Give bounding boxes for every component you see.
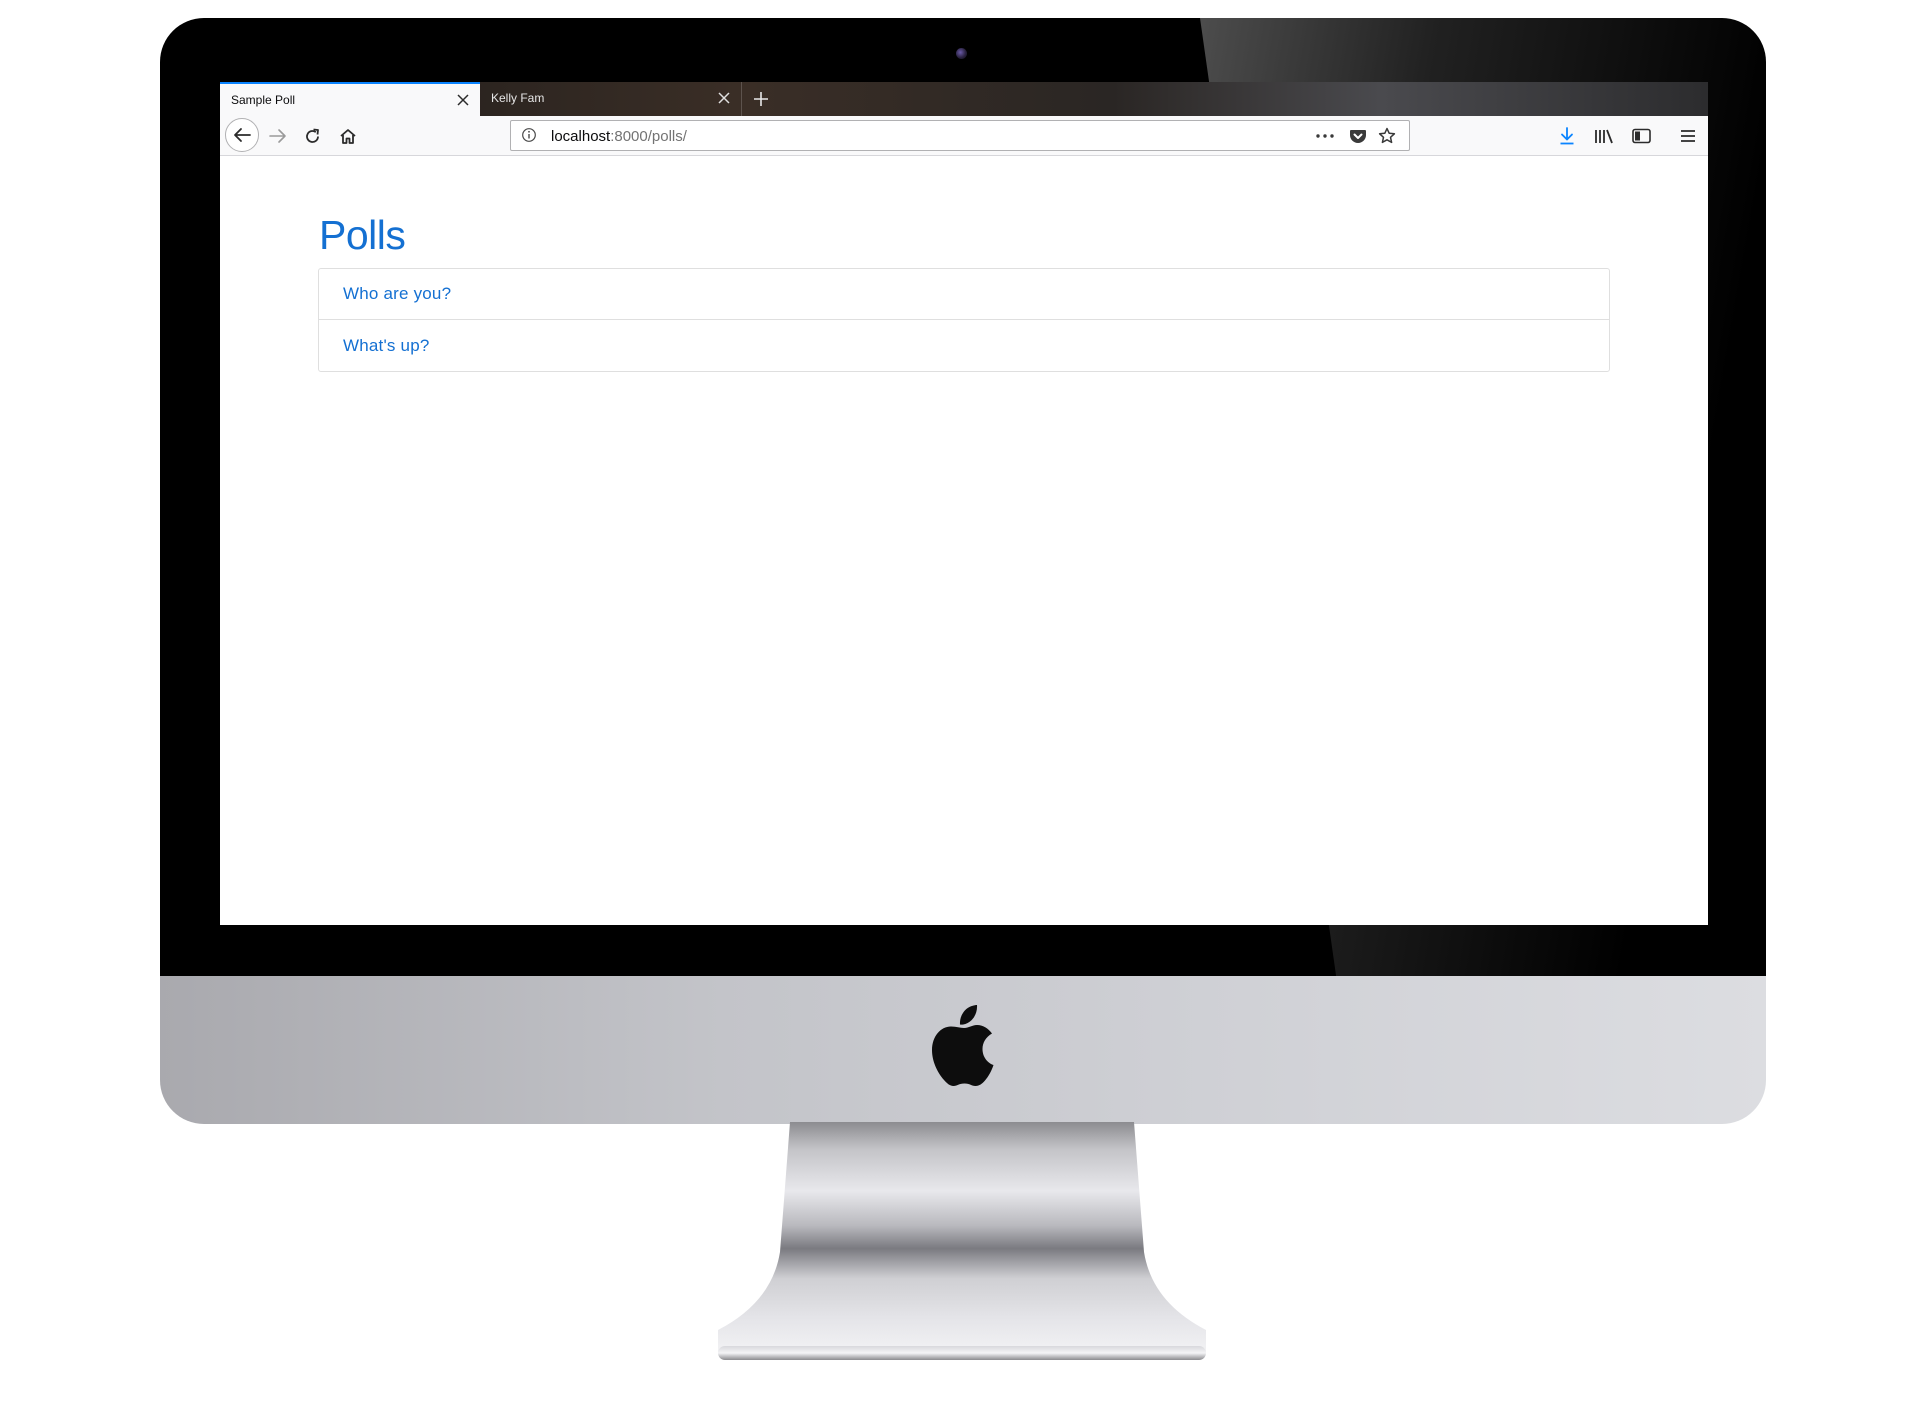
back-button[interactable] — [225, 118, 259, 152]
navigation-toolbar: localhost:8000/polls/ — [220, 116, 1708, 156]
camera-icon — [956, 48, 967, 59]
apple-logo-icon — [930, 1005, 998, 1087]
tab-kelly-fam[interactable]: Kelly Fam — [480, 82, 742, 116]
sidebar-button[interactable] — [1625, 120, 1657, 152]
plus-icon — [753, 91, 769, 107]
tab-title: Sample Poll — [231, 93, 296, 107]
library-button[interactable] — [1588, 120, 1620, 152]
pocket-icon[interactable] — [1347, 126, 1369, 146]
menu-button[interactable] — [1672, 120, 1704, 152]
tab-title: Kelly Fam — [491, 91, 545, 105]
close-icon[interactable] — [454, 91, 472, 109]
page-content: Polls Who are you? What's up? — [220, 156, 1708, 925]
star-icon[interactable] — [1376, 126, 1398, 146]
imac-mockup: Sample Poll Kelly Fam localhost:8000/pol… — [0, 0, 1920, 1402]
forward-button[interactable] — [262, 120, 294, 152]
list-item: Who are you? — [319, 269, 1609, 320]
poll-list: Who are you? What's up? — [318, 268, 1610, 372]
more-icon[interactable] — [1314, 126, 1336, 146]
arrow-right-icon — [269, 128, 287, 144]
reload-button[interactable] — [296, 120, 328, 152]
new-tab-button[interactable] — [748, 86, 774, 112]
hamburger-menu-icon — [1680, 129, 1696, 143]
url-text: localhost:8000/polls/ — [551, 128, 687, 145]
browser-window: Sample Poll Kelly Fam localhost:8000/pol… — [220, 82, 1708, 925]
arrow-left-icon — [233, 127, 251, 143]
url-host: localhost — [551, 128, 611, 145]
url-path: :8000/polls/ — [610, 128, 687, 145]
sidebar-icon — [1631, 128, 1651, 144]
home-icon — [339, 128, 357, 145]
poll-link[interactable]: What's up? — [343, 336, 430, 356]
tab-strip: Sample Poll Kelly Fam — [220, 82, 1708, 116]
url-bar[interactable]: localhost:8000/polls/ — [510, 120, 1410, 151]
list-item: What's up? — [319, 320, 1609, 371]
reload-icon — [304, 128, 321, 145]
close-icon[interactable] — [715, 89, 733, 107]
home-button[interactable] — [332, 120, 364, 152]
library-icon — [1594, 128, 1614, 144]
download-icon — [1559, 127, 1575, 145]
poll-link[interactable]: Who are you? — [343, 284, 451, 304]
tab-sample-poll[interactable]: Sample Poll — [220, 82, 480, 116]
monitor-stand — [706, 1122, 1218, 1372]
downloads-button[interactable] — [1551, 120, 1583, 152]
page-title: Polls — [319, 212, 406, 258]
info-icon[interactable] — [521, 127, 539, 145]
